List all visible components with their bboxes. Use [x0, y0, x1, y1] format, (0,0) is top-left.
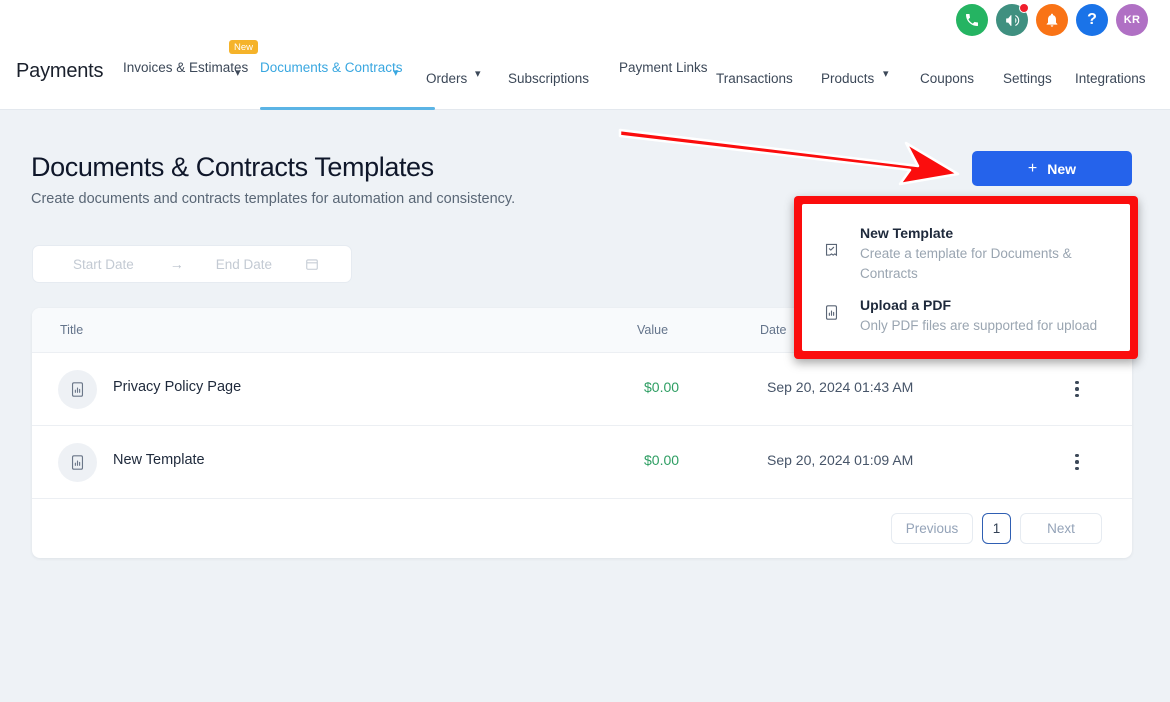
range-arrow-icon: →	[169, 256, 184, 272]
new-dropdown-menu: New Template Create a template for Docum…	[802, 204, 1130, 351]
previous-page-button[interactable]: Previous	[891, 513, 973, 544]
row-title[interactable]: New Template	[113, 452, 205, 468]
nav-item-invoices-estimates[interactable]: Invoices & Estimates	[123, 55, 248, 80]
nav-item-orders[interactable]: Orders	[426, 66, 467, 91]
document-chart-icon	[58, 443, 97, 482]
table-row[interactable]: Privacy Policy Page $0.00 Sep 20, 2024 0…	[32, 353, 1132, 426]
date-range-filter[interactable]: Start Date → End Date	[32, 245, 352, 283]
annotation-arrow-icon	[618, 128, 960, 186]
row-date: Sep 20, 2024 01:43 AM	[767, 379, 914, 395]
column-header-value[interactable]: Value	[637, 323, 668, 337]
nav-item-payment-links[interactable]: Payment Links	[619, 55, 708, 80]
document-chart-icon	[58, 370, 97, 409]
bell-icon[interactable]	[1036, 4, 1068, 36]
nav-item-transactions[interactable]: Transactions	[716, 66, 793, 91]
menu-item-description: Only PDF files are supported for upload	[860, 318, 1098, 333]
row-value: $0.00	[644, 452, 680, 468]
column-header-date[interactable]: Date	[760, 323, 786, 337]
nav-item-subscriptions[interactable]: Subscriptions	[508, 66, 589, 91]
help-icon-label: ?	[1087, 11, 1097, 28]
avatar[interactable]: KR	[1116, 4, 1148, 36]
row-value: $0.00	[644, 379, 680, 395]
plus-icon: +	[1027, 159, 1038, 177]
row-title[interactable]: Privacy Policy Page	[113, 379, 241, 395]
nav-new-badge: New	[229, 40, 259, 54]
new-button-label: New	[1047, 160, 1077, 177]
nav-item-settings[interactable]: Settings	[1003, 66, 1052, 91]
chevron-down-icon-orders[interactable]: ▾	[475, 67, 481, 80]
top-navigation-bar: ? KR Payments Invoices & Estimates ▾ New…	[0, 0, 1170, 110]
app-root: ? KR Payments Invoices & Estimates ▾ New…	[0, 0, 1170, 702]
primary-nav: Invoices & Estimates ▾ New Documents & C…	[120, 38, 1160, 110]
start-date-input[interactable]: Start Date	[73, 257, 134, 272]
help-icon[interactable]: ?	[1076, 4, 1108, 36]
new-dropdown-highlight-box: New Template Create a template for Docum…	[794, 196, 1138, 359]
nav-item-coupons[interactable]: Coupons	[920, 66, 974, 91]
pagination: Previous 1 Next	[32, 499, 1132, 558]
active-tab-underline	[260, 107, 435, 110]
page-title: Documents & Contracts Templates	[31, 152, 434, 182]
nav-item-documents-contracts[interactable]: Documents & Contracts	[260, 55, 403, 80]
calendar-icon[interactable]	[305, 257, 319, 271]
chevron-down-icon-documents[interactable]: ▾	[393, 66, 399, 79]
row-actions-menu-icon[interactable]	[1062, 447, 1092, 477]
utility-icon-group: ? KR	[956, 3, 1148, 36]
notification-dot-badge	[1019, 3, 1029, 13]
end-date-input[interactable]: End Date	[216, 257, 272, 272]
menu-item-title: Upload a PDF	[860, 297, 952, 313]
menu-item-description: Create a template for Documents & Contra…	[860, 246, 1072, 281]
megaphone-icon[interactable]	[996, 3, 1029, 36]
nav-item-integrations[interactable]: Integrations	[1075, 66, 1146, 91]
phone-icon[interactable]	[956, 4, 988, 36]
avatar-initials: KR	[1123, 14, 1141, 26]
new-button[interactable]: + New	[972, 151, 1132, 186]
table-row[interactable]: New Template $0.00 Sep 20, 2024 01:09 AM	[32, 426, 1132, 499]
chevron-down-icon-products[interactable]: ▾	[883, 67, 889, 80]
menu-item-upload-pdf[interactable]: Upload a PDF Only PDF files are supporte…	[802, 296, 1130, 336]
menu-item-title: New Template	[860, 225, 954, 241]
column-header-title[interactable]: Title	[60, 323, 83, 337]
brand-title: Payments	[16, 60, 104, 82]
chevron-down-icon-invoices[interactable]: ▾	[235, 66, 241, 79]
menu-item-new-template[interactable]: New Template Create a template for Docum…	[802, 224, 1130, 284]
row-date: Sep 20, 2024 01:09 AM	[767, 452, 914, 468]
page-number-button[interactable]: 1	[982, 513, 1011, 544]
document-chart-icon	[802, 296, 860, 336]
row-actions-menu-icon[interactable]	[1062, 374, 1092, 404]
nav-item-products[interactable]: Products	[821, 66, 874, 91]
next-page-button[interactable]: Next	[1020, 513, 1102, 544]
page-subtitle: Create documents and contracts templates…	[31, 191, 516, 207]
receipt-check-icon	[802, 224, 860, 284]
